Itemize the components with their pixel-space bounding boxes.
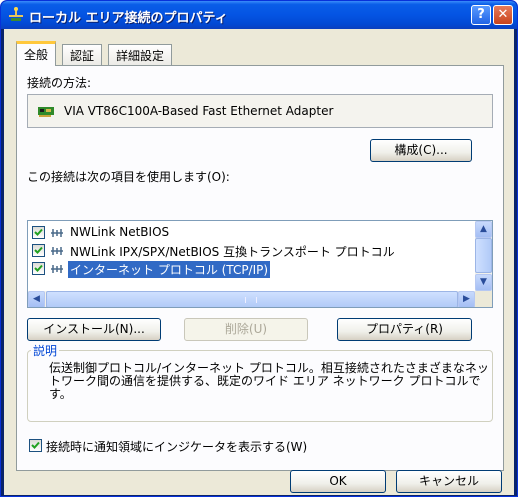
tab-authentication[interactable]: 認証 xyxy=(62,44,103,65)
scroll-up-icon[interactable]: ▲ xyxy=(475,221,492,238)
properties-window: ローカル エリア接続のプロパティ ? ✕ 全般 認証 詳細設定 接続の方法: V… xyxy=(0,0,518,497)
protocol-icon xyxy=(51,265,63,273)
item-checkbox[interactable] xyxy=(32,226,45,239)
description-title: 説明 xyxy=(31,342,60,359)
item-label: NWLink IPX/SPX/NetBIOS 互換トランスポート プロトコル xyxy=(70,245,395,259)
title-bar[interactable]: ローカル エリア接続のプロパティ ? ✕ xyxy=(1,1,517,29)
grip-icon xyxy=(245,297,257,303)
install-button[interactable]: インストール(N)... xyxy=(27,318,161,341)
item-checkbox[interactable] xyxy=(32,244,45,257)
help-button[interactable]: ? xyxy=(471,5,491,25)
adapter-name: VIA VT86C100A-Based Fast Ethernet Adapte… xyxy=(64,104,334,118)
item-label: インターネット プロトコル (TCP/IP) xyxy=(68,261,271,278)
component-list[interactable]: NWLink NetBIOS NWLink IPX/SPX/NetBIOS 互換… xyxy=(27,220,493,308)
show-icon-label: 接続時に通知領域にインジケータを表示する(W) xyxy=(46,440,308,454)
scroll-corner xyxy=(475,291,492,307)
horizontal-scrollbar[interactable]: ◀ ▶ xyxy=(28,291,475,307)
protocol-icon xyxy=(51,247,63,255)
description-text: 伝送制御プロトコル/インターネット プロトコル。相互接続されたさまざまなネットワ… xyxy=(49,361,489,401)
network-adapter-icon xyxy=(38,107,54,117)
vertical-scrollbar[interactable]: ▲ ▼ xyxy=(475,221,492,291)
item-checkbox[interactable] xyxy=(32,262,45,275)
window-title: ローカル エリア接続のプロパティ xyxy=(29,11,228,26)
protocol-icon xyxy=(51,229,63,237)
close-button[interactable]: ✕ xyxy=(493,5,513,25)
uninstall-button[interactable]: 削除(U) xyxy=(184,318,308,341)
general-tab-panel: 接続の方法: VIA VT86C100A-Based Fast Ethernet… xyxy=(16,65,504,471)
configure-button[interactable]: 構成(C)... xyxy=(370,139,472,162)
dialog-client-area: 全般 認証 詳細設定 接続の方法: VIA VT86C100A-Based Fa… xyxy=(4,29,514,495)
scroll-down-icon[interactable]: ▼ xyxy=(475,274,492,291)
show-icon-checkbox[interactable] xyxy=(29,439,42,452)
scroll-right-icon[interactable]: ▶ xyxy=(458,291,475,307)
properties-button[interactable]: プロパティ(R) xyxy=(337,318,472,341)
item-label: NWLink NetBIOS xyxy=(70,225,170,239)
adapter-box: VIA VT86C100A-Based Fast Ethernet Adapte… xyxy=(27,94,493,128)
tab-advanced[interactable]: 詳細設定 xyxy=(108,44,173,65)
items-label: この接続は次の項目を使用します(O): xyxy=(27,170,230,184)
horizontal-scroll-thumb[interactable] xyxy=(46,291,458,307)
scroll-left-icon[interactable]: ◀ xyxy=(28,291,45,307)
cancel-button[interactable]: キャンセル xyxy=(396,470,502,493)
network-connection-icon xyxy=(9,7,23,21)
connect-using-label: 接続の方法: xyxy=(27,76,92,90)
tab-general[interactable]: 全般 xyxy=(16,41,57,66)
ok-button[interactable]: OK xyxy=(290,470,386,493)
vertical-scroll-thumb[interactable] xyxy=(475,238,492,273)
